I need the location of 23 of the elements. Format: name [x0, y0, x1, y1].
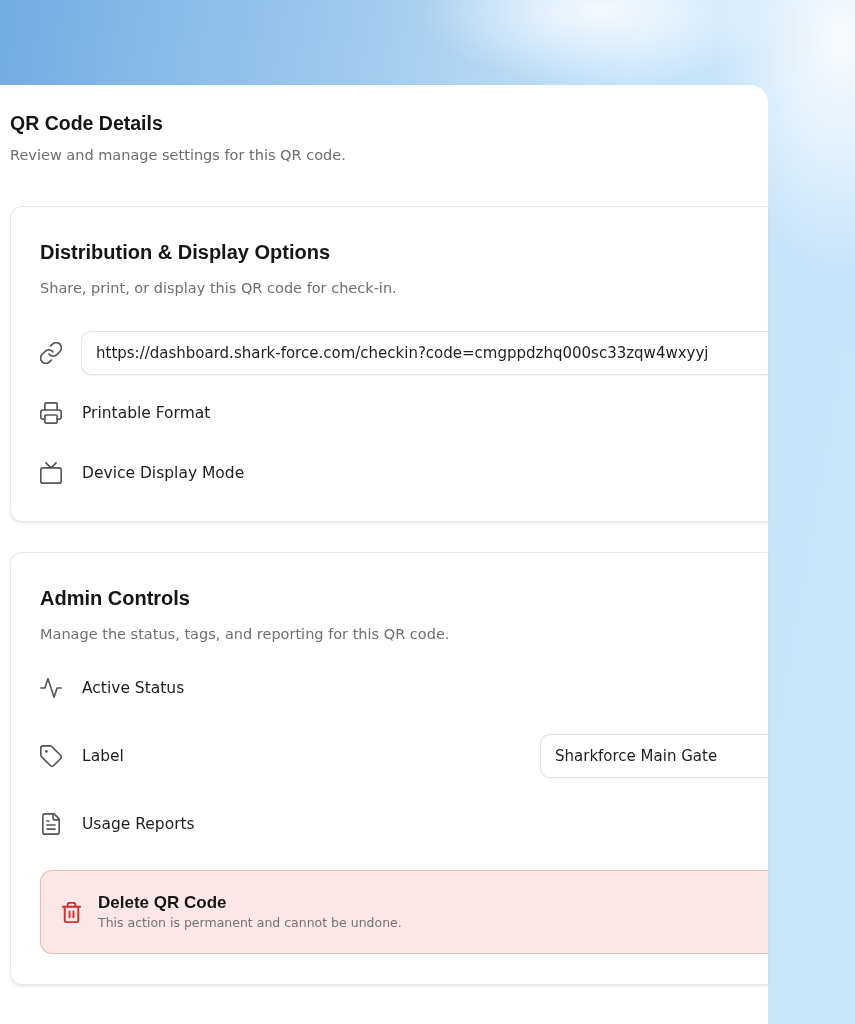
- tv-icon: [40, 462, 62, 484]
- link-icon: [40, 342, 62, 364]
- field-label: Label: [82, 747, 124, 765]
- printer-icon: [40, 402, 62, 424]
- page-subtitle: Review and manage settings for this QR code.: [10, 146, 347, 165]
- card-title: Admin Controls: [40, 586, 191, 611]
- document-icon: [40, 813, 62, 835]
- url-field[interactable]: https://dashboard.shark-force.com/checkin?code=cmgppdzhq000sc33zqw4wxyyj: [81, 331, 768, 375]
- card-title: Distribution & Display Options: [40, 240, 331, 265]
- card-subtitle: Share, print, or display this QR code for check-in.: [40, 279, 398, 298]
- label-field[interactable]: Sharkforce Main Gate: [540, 734, 768, 778]
- card-subtitle: Manage the status, tags, and reporting for this QR code.: [40, 625, 451, 644]
- pulse-icon: [40, 677, 62, 699]
- page-title: QR Code Details: [10, 111, 164, 136]
- delete-panel[interactable]: Delete QR Code This action is permanent and cannot be undone.: [40, 870, 768, 954]
- row-label: Device Display Mode: [82, 464, 245, 482]
- delete-title: Delete QR Code: [98, 893, 228, 913]
- row-label: Printable Format: [82, 404, 211, 422]
- delete-description: This action is permanent and cannot be undone.: [98, 914, 402, 931]
- trash-icon: [62, 901, 81, 923]
- row-label: Usage Reports: [82, 815, 195, 833]
- tag-icon: [40, 745, 62, 767]
- row-label: Active Status: [82, 679, 185, 697]
